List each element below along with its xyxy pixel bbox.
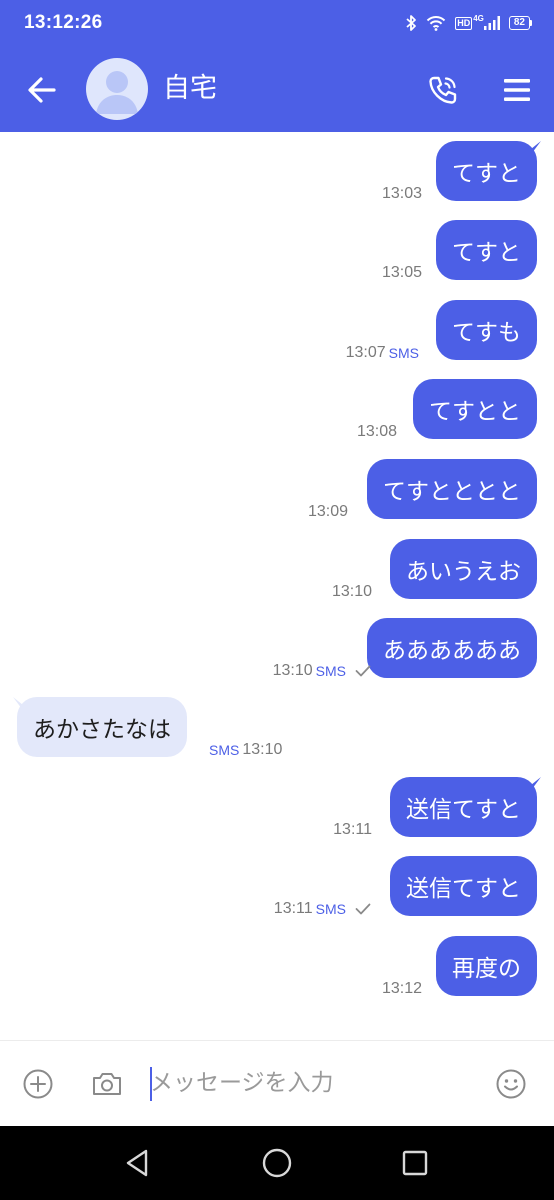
message-meta: 13:07 SMS: [346, 344, 419, 362]
message-bubble[interactable]: てすと: [436, 141, 537, 201]
system-nav-bar: [0, 1126, 554, 1200]
message-row: 送信てすと 13:11: [0, 777, 554, 839]
message-time: 13:12: [381, 980, 422, 997]
message-time: 13:09: [307, 503, 348, 520]
circle-home-icon: [262, 1148, 292, 1178]
message-row: 再度の 13:12: [0, 936, 554, 998]
hamburger-menu-icon: [504, 79, 530, 101]
phone-call-icon: [429, 76, 457, 104]
square-recents-icon: [402, 1150, 428, 1176]
message-meta: SMS 13:10: [209, 741, 282, 759]
message-meta: 13:03: [382, 185, 422, 203]
message-bubble[interactable]: てすと: [436, 220, 537, 280]
message-time: 13:03: [381, 185, 422, 202]
message-time: 13:05: [381, 264, 422, 281]
emoji-button[interactable]: [494, 1067, 528, 1101]
status-bar: 13:12:26 HD 4G 82: [0, 0, 554, 46]
app-bar: 自宅: [0, 46, 554, 132]
message-bubble[interactable]: あかさたなは: [17, 697, 187, 757]
message-time: 13:10: [242, 741, 283, 758]
call-button[interactable]: [426, 73, 460, 107]
smiley-face-icon: [496, 1069, 526, 1099]
message-row: てすと 13:03: [0, 141, 554, 203]
network-indicator: HD 4G: [455, 13, 500, 30]
contact-avatar[interactable]: [86, 58, 148, 120]
message-bubble[interactable]: 送信てすと: [390, 777, 537, 837]
battery-icon: 82: [508, 16, 532, 30]
message-meta: 13:10: [332, 583, 372, 601]
sms-badge: SMS: [315, 663, 346, 679]
delivered-check-icon: [355, 903, 371, 915]
message-bubble[interactable]: てすとととと: [367, 459, 537, 519]
triangle-back-icon: [126, 1149, 148, 1177]
camera-icon: [93, 1073, 121, 1095]
message-meta: 13:11 SMS: [274, 900, 371, 918]
camera-button[interactable]: [90, 1067, 124, 1101]
message-row: ああああああ 13:10 SMS: [0, 618, 554, 680]
message-bubble[interactable]: てすとと: [413, 379, 537, 439]
message-row: あいうえお 13:10: [0, 539, 554, 601]
nav-back-button[interactable]: [120, 1145, 156, 1181]
message-time: 13:11: [333, 821, 372, 838]
message-bubble[interactable]: ああああああ: [367, 618, 537, 678]
wifi-icon: [426, 15, 446, 31]
attach-button[interactable]: [21, 1067, 55, 1101]
bluetooth-icon: [405, 14, 417, 32]
nav-home-button[interactable]: [259, 1145, 295, 1181]
message-bubble[interactable]: 再度の: [436, 936, 537, 996]
sms-badge: SMS: [209, 742, 240, 758]
composer-bar: [0, 1040, 554, 1126]
message-bubble[interactable]: あいうえお: [390, 539, 537, 599]
message-row: てすとと 13:08: [0, 379, 554, 441]
message-input[interactable]: [150, 1063, 470, 1103]
sms-badge: SMS: [388, 345, 419, 361]
back-button[interactable]: [26, 74, 58, 106]
message-time: 13:10: [331, 583, 372, 600]
message-time: 13:11: [273, 900, 313, 917]
menu-button[interactable]: [501, 75, 533, 105]
message-row: てすと 13:05: [0, 220, 554, 282]
signal-icon: [483, 16, 500, 30]
message-time: 13:08: [356, 423, 397, 440]
network-type: 4G: [473, 13, 484, 23]
message-time: 13:07: [345, 344, 386, 361]
message-row: てすとととと 13:09: [0, 459, 554, 521]
delivered-check-icon: [355, 665, 371, 677]
message-meta: 13:08: [357, 423, 397, 441]
nav-recents-button[interactable]: [397, 1145, 433, 1181]
message-time: 13:10: [272, 662, 313, 679]
message-bubble[interactable]: てすも: [436, 300, 537, 360]
sms-badge: SMS: [315, 901, 346, 917]
status-time: 13:12:26: [24, 12, 103, 33]
status-icons: HD 4G 82: [405, 14, 532, 32]
message-bubble[interactable]: 送信てすと: [390, 856, 537, 916]
person-icon: [96, 71, 138, 114]
message-list[interactable]: てすと 13:03 てすと 13:05 てすも 13:07 SMS てすとと 1…: [0, 132, 554, 1040]
message-meta: 13:11: [333, 821, 372, 839]
message-row: てすも 13:07 SMS: [0, 300, 554, 362]
message-row: あかさたなは SMS 13:10: [0, 697, 554, 759]
arrow-left-icon: [28, 77, 56, 103]
message-meta: 13:12: [382, 980, 422, 998]
plus-circle-icon: [23, 1069, 53, 1099]
hd-badge: HD: [455, 16, 473, 30]
message-meta: 13:10 SMS: [273, 662, 371, 680]
message-meta: 13:09: [308, 503, 348, 521]
message-meta: 13:05: [382, 264, 422, 282]
message-row: 送信てすと 13:11 SMS: [0, 856, 554, 918]
contact-name[interactable]: 自宅: [163, 71, 217, 107]
battery-level: 82: [508, 16, 530, 30]
